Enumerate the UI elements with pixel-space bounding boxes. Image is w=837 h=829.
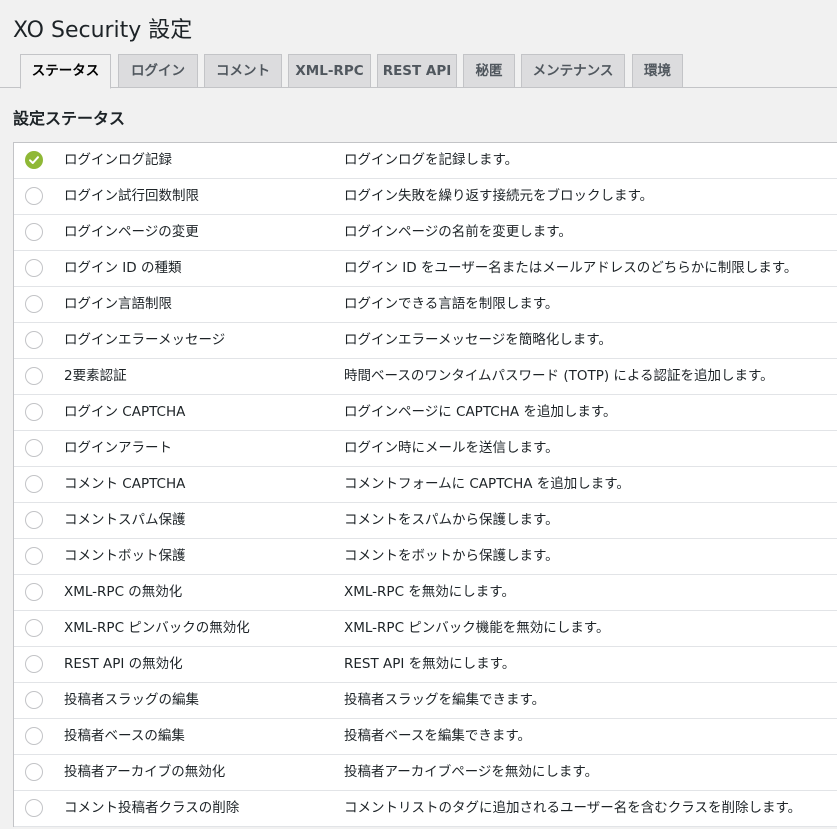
tab-comment[interactable]: コメント [204,54,282,88]
status-row: コメントスパム保護 コメントをスパムから保護します。 [14,503,837,539]
empty-circle-icon [25,331,43,349]
status-name: 2要素認証 [64,368,127,384]
status-name: コメント CAPTCHA [64,476,186,492]
status-name: コメントスパム保護 [64,512,186,528]
status-name: ログイン CAPTCHA [64,404,186,420]
status-description: 投稿者ベースを編集できます。 [344,728,531,744]
status-row: 2要素認証 時間ベースのワンタイムパスワード (TOTP) による認証を追加します… [14,359,837,395]
empty-circle-icon [25,619,43,637]
status-name: ログインエラーメッセージ [64,332,226,348]
status-description: REST API を無効にします。 [344,656,516,672]
empty-circle-icon [25,367,43,385]
status-row: ログインアラート ログイン時にメールを送信します。 [14,431,837,467]
empty-circle-icon [25,439,43,457]
status-description: コメントをスパムから保護します。 [344,512,559,528]
section-title: 設定ステータス [13,109,126,128]
tab-rest-api[interactable]: REST API [377,54,457,88]
status-description: ログインできる言語を制限します。 [344,296,559,312]
status-row: コメントボット保護 コメントをボットから保護します。 [14,539,837,575]
empty-circle-icon [25,403,43,421]
status-row: REST API の無効化 REST API を無効にします。 [14,647,837,683]
status-name: 投稿者アーカイブの無効化 [64,764,226,780]
status-description: ログイン失敗を繰り返す接続元をブロックします。 [344,188,654,204]
status-row: ログインログ記録 ログインログを記録します。 [14,143,837,179]
status-description: 時間ベースのワンタイムパスワード (TOTP) による認証を追加します。 [344,368,774,384]
status-row: XML-RPC の無効化 XML-RPC を無効にします。 [14,575,837,611]
status-row: コメント CAPTCHA コメントフォームに CAPTCHA を追加します。 [14,467,837,503]
empty-circle-icon [25,547,43,565]
status-description: ログイン時にメールを送信します。 [344,440,559,456]
status-description: コメントをボットから保護します。 [344,548,559,564]
empty-circle-icon [25,691,43,709]
status-description: 投稿者アーカイブページを無効にします。 [344,764,599,780]
tab-status[interactable]: ステータス [20,54,111,89]
status-row: XML-RPC ピンバックの無効化 XML-RPC ピンバック機能を無効にします。 [14,611,837,647]
status-description: コメントリストのタグに追加されるユーザー名を含むクラスを削除します。 [344,800,802,816]
status-row: ログイン ID の種類 ログイン ID をユーザー名またはメールアドレスのどちらか… [14,251,837,287]
empty-circle-icon [25,187,43,205]
empty-circle-icon [25,727,43,745]
status-name: ログイン言語制限 [64,296,172,312]
status-name: コメント投稿者クラスの削除 [64,800,240,816]
tab-environment[interactable]: 環境 [632,54,683,88]
empty-circle-icon [25,475,43,493]
status-row: 投稿者アーカイブの無効化 投稿者アーカイブページを無効にします。 [14,755,837,791]
status-row: ログイン試行回数制限 ログイン失敗を繰り返す接続元をブロックします。 [14,179,837,215]
empty-circle-icon [25,259,43,277]
status-row: 投稿者ベースの編集 投稿者ベースを編集できます。 [14,719,837,755]
tab-bar: ステータス ログイン コメント XML-RPC REST API 秘匿 メンテナ… [0,54,837,89]
empty-circle-icon [25,511,43,529]
status-row: ログインエラーメッセージ ログインエラーメッセージを簡略化します。 [14,323,837,359]
status-description: XML-RPC ピンバック機能を無効にします。 [344,620,610,636]
status-row: 投稿者スラッグの編集 投稿者スラッグを編集できます。 [14,683,837,719]
status-name: ログインページの変更 [64,224,199,240]
empty-circle-icon [25,295,43,313]
status-name: XML-RPC の無効化 [64,584,183,600]
status-description: ログインページに CAPTCHA を追加します。 [344,404,617,420]
status-table: ログインログ記録 ログインログを記録します。ログイン試行回数制限 ログイン失敗を繰り… [13,142,837,827]
status-name: コメントボット保護 [64,548,186,564]
tab-maintenance[interactable]: メンテナンス [521,54,625,88]
status-name: ログインアラート [64,440,172,456]
page-title: XO Security 設定 [13,18,193,43]
check-circle-icon [25,151,43,169]
status-description: ログインログを記録します。 [344,152,519,168]
status-description: コメントフォームに CAPTCHA を追加します。 [344,476,630,492]
status-name: ログイン試行回数制限 [64,188,199,204]
tab-xml-rpc[interactable]: XML-RPC [288,54,371,88]
empty-circle-icon [25,799,43,817]
tab-login[interactable]: ログイン [118,54,198,88]
status-name: ログインログ記録 [64,152,172,168]
status-name: 投稿者スラッグの編集 [64,692,199,708]
empty-circle-icon [25,583,43,601]
status-row: ログイン言語制限 ログインできる言語を制限します。 [14,287,837,323]
empty-circle-icon [25,763,43,781]
status-name: 投稿者ベースの編集 [64,728,185,744]
status-description: XML-RPC を無効にします。 [344,584,515,600]
tab-secret[interactable]: 秘匿 [463,54,515,88]
status-row: コメント投稿者クラスの削除 コメントリストのタグに追加されるユーザー名を含むクラス… [14,791,837,827]
status-name: XML-RPC ピンバックの無効化 [64,620,250,636]
empty-circle-icon [25,223,43,241]
status-description: ログインエラーメッセージを簡略化します。 [344,332,612,348]
status-name: ログイン ID の種類 [64,260,182,276]
empty-circle-icon [25,655,43,673]
status-row: ログイン CAPTCHA ログインページに CAPTCHA を追加します。 [14,395,837,431]
status-name: REST API の無効化 [64,656,183,672]
status-row: ログインページの変更 ログインページの名前を変更します。 [14,215,837,251]
status-description: ログインページの名前を変更します。 [344,224,572,240]
status-description: ログイン ID をユーザー名またはメールアドレスのどちらかに制限します。 [344,260,798,276]
status-description: 投稿者スラッグを編集できます。 [344,692,546,708]
